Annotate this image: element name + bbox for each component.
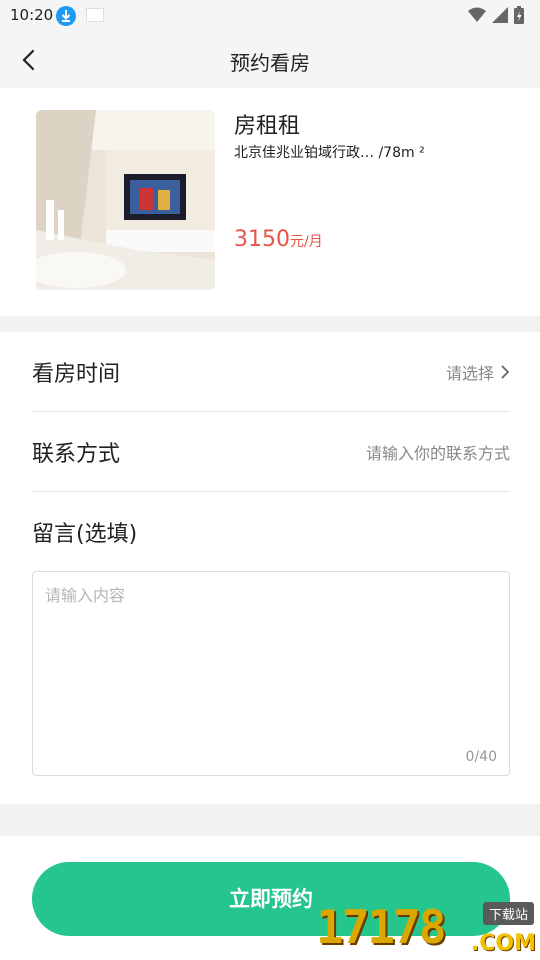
message-placeholder: 请输入内容 — [45, 586, 126, 605]
contact-label: 联系方式 — [32, 442, 121, 467]
listing-name: 房租租 — [234, 114, 301, 139]
wifi-icon — [468, 7, 486, 22]
listing-card[interactable]: 房租租 北京佳兆业铂域行政… /78m ² 3150元/月 — [0, 88, 540, 316]
signal-icon — [492, 7, 508, 23]
contact-row: 联系方式 请输入你的联系方式 — [32, 412, 510, 492]
status-time: 10:20 — [10, 6, 54, 24]
app-notification-icon — [86, 8, 104, 22]
view-time-row[interactable]: 看房时间 请选择 — [32, 332, 510, 412]
nav-bar: 预约看房 — [0, 32, 540, 88]
message-label: 留言(选填) — [32, 522, 138, 547]
download-icon — [56, 6, 76, 26]
message-textarea[interactable]: 请输入内容 0/40 — [32, 571, 510, 776]
price-unit: 元/月 — [290, 234, 323, 250]
watermark-suffix: .COM — [470, 931, 536, 956]
page-title: 预约看房 — [230, 51, 310, 75]
listing-price: 3150元/月 — [234, 227, 323, 252]
listing-address: 北京佳兆业铂域行政… /78m ² — [234, 145, 425, 161]
view-time-label: 看房时间 — [32, 362, 121, 387]
watermark-logo: 17178 下载站 .COM — [316, 896, 538, 958]
chevron-right-icon — [501, 365, 510, 379]
battery-icon — [514, 6, 524, 24]
appointment-form: 看房时间 请选择 联系方式 请输入你的联系方式 留言(选填) 请输入内容 0/4… — [0, 332, 540, 804]
view-time-select[interactable]: 请选择 — [446, 360, 510, 384]
system-icons — [468, 6, 524, 24]
view-time-value: 请选择 — [445, 364, 494, 383]
watermark-tag: 下载站 — [482, 902, 534, 925]
listing-photo — [36, 110, 215, 290]
message-counter: 0/40 — [465, 749, 497, 765]
status-bar: 10:20 — [0, 0, 540, 32]
price-value: 3150 — [234, 227, 290, 252]
contact-input[interactable]: 请输入你的联系方式 — [366, 440, 510, 464]
watermark-digits: 17178 — [316, 900, 446, 954]
